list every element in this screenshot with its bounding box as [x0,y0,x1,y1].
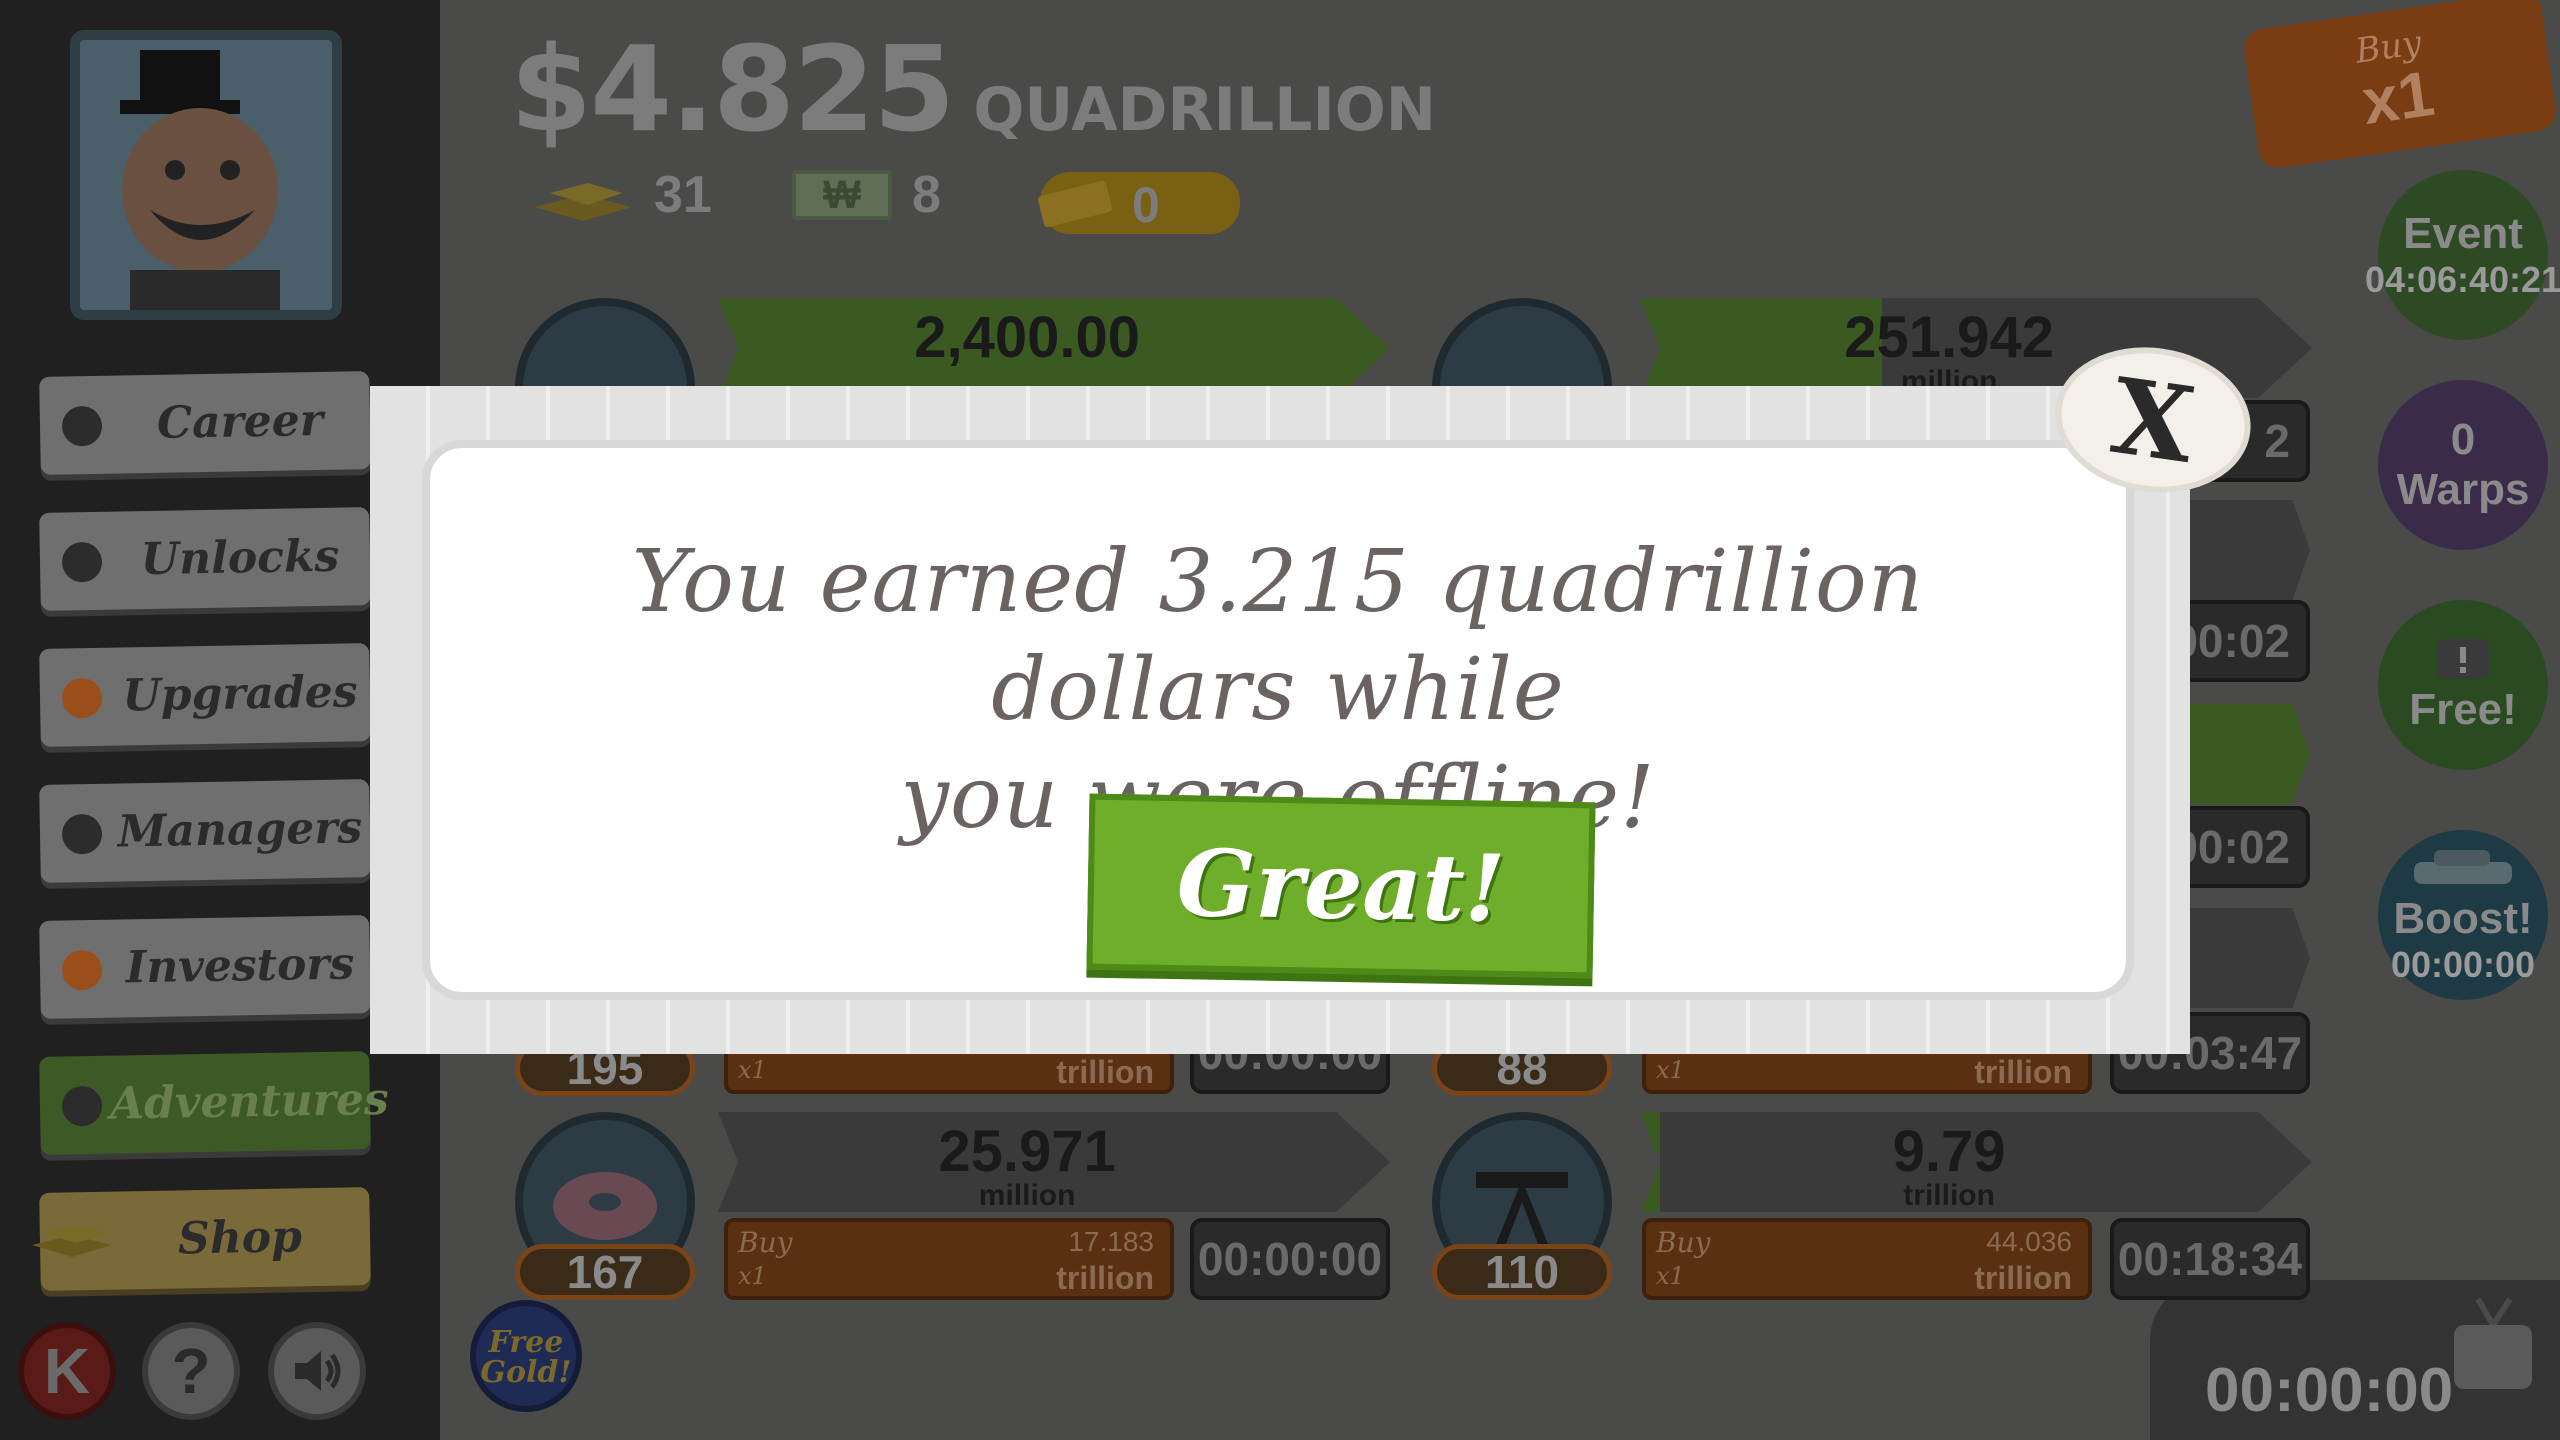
buy-cost-unit: trillion [1056,1054,1154,1090]
buy-qty: x1 [738,1262,767,1290]
event-label: Event [2403,209,2523,258]
sidebar-item-upgrades[interactable]: Upgrades [39,643,371,747]
free-gold-label: Free Gold! [480,1325,572,1390]
sidebar-item-unlocks[interactable]: Unlocks [39,507,371,611]
status-dot [61,813,103,855]
sidebar-item-managers[interactable]: Managers [39,779,371,883]
free-gold-button[interactable]: Free Gold! [470,1300,582,1412]
shrimp-revenue: 251.942 [1844,305,2054,370]
free-button[interactable]: Free! [2378,600,2548,770]
megabucks-count: 8 [912,166,941,224]
donut-buy-button[interactable]: Buy x1 17.183 trillion [724,1218,1174,1300]
megabucks-bill-icon: ₩ [792,170,892,220]
sidebar-item-label: Unlocks [140,530,340,586]
oil-revenue-unit: trillion [1903,1179,1995,1212]
sidebar-item-investors[interactable]: Investors [39,915,371,1019]
warps-count: 0 [2450,415,2476,464]
event-button[interactable]: Event 04:06:40:21 [2365,170,2560,340]
buy-cost-unit: trillion [1974,1260,2072,1296]
gold-counter: 31 [528,160,712,230]
buy-qty: x1 [738,1056,767,1084]
great-button-label: Great! [1176,829,1506,943]
donut-timer: 00:00:00 [1190,1218,1390,1300]
free-label: Free! [2409,685,2517,734]
timer-text: 2 [2264,415,2290,467]
status-dot [61,1085,103,1127]
buy-multiplier-label: x1 [2357,56,2439,139]
status-dot [61,541,103,583]
message-line-1: You earned 3.215 quadrillion dollars whi… [631,532,1925,740]
boost-label: Boost! [2393,894,2533,943]
game-screen: Career Unlocks Upgrades Managers Investo… [0,0,2560,1440]
money-amount: $4.825 [510,20,955,158]
sidebar-item-label: Upgrades [121,666,358,722]
money-unit: QUADRILLION [973,75,1437,145]
lemonade-progress-bar: 2,400.00 [718,298,1390,398]
oil-buy-button[interactable]: Buy x1 44.036 trillion [1642,1218,2092,1300]
tv-alert-icon [2437,639,2489,679]
notification-dot [61,949,103,991]
buy-cost: 44.036 [1986,1226,2072,1257]
sidebar-item-career[interactable]: Career [39,371,371,475]
tv-icon [2454,1297,2532,1389]
sound-button[interactable] [268,1322,366,1420]
tickets-count: 0 [1132,177,1160,233]
donut-owned-count: 167 [515,1244,695,1300]
money-display: $4.825 QUADRILLION [510,20,1437,158]
dialog-content: You earned 3.215 quadrillion dollars whi… [422,440,2134,1000]
buy-cost: 17.183 [1068,1226,1154,1257]
oil-timer: 00:18:34 [2110,1218,2310,1300]
sidebar-item-label: Career [156,394,324,449]
sidebar-item-label: Managers [117,802,363,858]
notification-dot [61,677,103,719]
oil-owned-count: 110 [1432,1244,1612,1300]
sidebar-item-label: Investors [125,938,355,994]
warps-button[interactable]: 0 Warps [2378,380,2548,550]
car-icon [2414,850,2512,884]
gold-count: 31 [654,166,712,224]
sidebar-item-adventures[interactable]: Adventures [39,1051,390,1155]
boost-timer: 00:00:00 [2390,944,2536,985]
oil-revenue: 9.79 [1892,1119,2006,1184]
oil-progress-bar: 9.79 trillion [1640,1112,2312,1212]
oil-timer-text: 00:18:34 [2117,1233,2303,1285]
speaker-icon [295,1351,341,1391]
buy-multiplier-button[interactable]: Buy x1 [2241,0,2559,171]
donut-revenue-unit: million [978,1179,1076,1212]
sidebar-item-label: Adventures [109,1073,390,1130]
sidebar-item-label: Shop [177,1211,303,1265]
help-button[interactable]: ? [142,1322,240,1420]
donut-timer-text: 00:00:00 [1197,1233,1383,1285]
buy-cost-unit: trillion [1056,1260,1154,1296]
offline-earnings-dialog: You earned 3.215 quadrillion dollars whi… [370,386,2190,1054]
kongregate-button[interactable]: K [18,1322,116,1420]
tickets-counter: 0 [1038,172,1240,234]
buy-qty: x1 [1656,1262,1685,1290]
oil-count-text: 110 [1484,1246,1560,1298]
donut-count-text: 167 [566,1246,644,1298]
warps-label: Warps [2396,465,2530,514]
event-timer: 04:06:40:21 [2364,259,2560,300]
gold-bars-icon [534,183,632,221]
ticket-icon [1038,180,1112,228]
buy-label: Buy [1656,1226,1711,1259]
donut-progress-bar: 25.971 million [718,1112,1390,1212]
help-label: ? [171,1335,211,1407]
great-button[interactable]: Great! [1086,793,1596,979]
lemonade-revenue: 2,400.00 [914,305,1141,370]
kong-label: K [43,1335,91,1407]
buy-qty: x1 [1656,1056,1685,1084]
gold-bars-icon [32,1225,112,1257]
bill-symbol: ₩ [823,173,861,217]
buy-label: Buy [738,1226,793,1259]
donut-revenue: 25.971 [938,1119,1116,1184]
close-icon: X [2104,353,2202,487]
status-dot [61,405,103,447]
boost-button[interactable]: Boost! 00:00:00 [2378,830,2548,1000]
tv-timer: 00:00:00 [2205,1356,2454,1425]
player-avatar[interactable] [70,30,342,320]
megabucks-counter: ₩ 8 [792,160,941,230]
buy-cost-unit: trillion [1974,1054,2072,1090]
